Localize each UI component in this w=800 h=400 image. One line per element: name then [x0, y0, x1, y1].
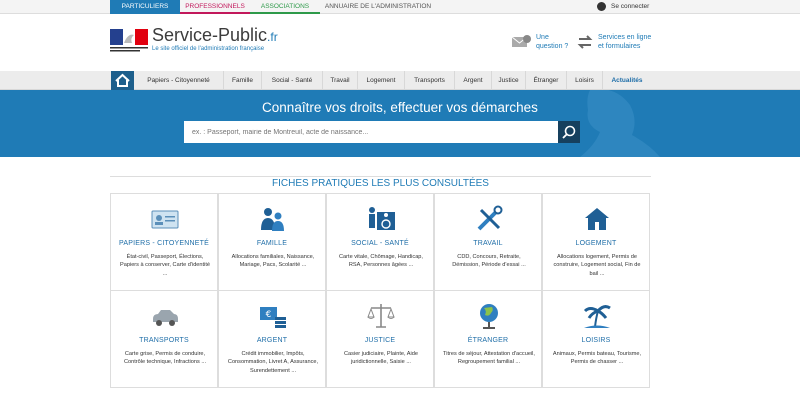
card-description: CDD, Concours, Retraite, Démission, Péri… — [452, 254, 526, 269]
card-loisirs[interactable]: LOISIRS Animaux, Permis bateau, Tourisme… — [542, 290, 650, 388]
search-input[interactable] — [184, 121, 558, 144]
tab-associations[interactable]: ASSOCIATIONS — [250, 0, 320, 14]
user-icon — [597, 2, 606, 11]
family-icon — [261, 208, 284, 231]
question-line1: Une — [536, 34, 549, 41]
nav-label: Argent — [463, 77, 483, 84]
nav-label: Actualités — [611, 77, 643, 84]
tab-associations-label: ASSOCIATIONS — [260, 3, 310, 10]
card-title: TRAVAIL — [473, 240, 503, 247]
online-services-link[interactable]: Services en ligne et formulaires — [598, 33, 651, 51]
nav-item-loisirs[interactable]: Loisirs — [567, 71, 603, 90]
tab-professionnels-label: PROFESSIONNELS — [185, 3, 245, 10]
wheelchair-icon — [369, 207, 395, 230]
nav-item-social[interactable]: Social - Santé — [262, 71, 323, 90]
card-title: LOGEMENT — [575, 240, 617, 247]
card-title: ÉTRANGER — [467, 337, 509, 344]
tab-annuaire-label: ANNUAIRE DE L'ADMINISTRATION — [324, 3, 432, 10]
card-description: Casier judiciaire, Plainte, Aide juridic… — [344, 351, 418, 366]
card-justice[interactable]: JUSTICE Casier judiciaire, Plainte, Aide… — [326, 290, 434, 388]
exchange-arrows-icon[interactable] — [577, 35, 593, 49]
nav-label: Logement — [366, 77, 396, 84]
card-description: Allocations familiales, Naissance, Maria… — [231, 254, 315, 269]
nav-label: Transports — [414, 77, 445, 84]
search-box — [184, 121, 558, 144]
card-description: Allocations logement, Permis de construi… — [553, 254, 641, 277]
money-icon: € — [260, 307, 286, 328]
house-icon — [585, 208, 609, 230]
logo-title-text: Service-Public — [152, 25, 268, 45]
nav-label: Social - Santé — [271, 77, 313, 84]
nav-item-etranger[interactable]: Étranger — [526, 71, 567, 90]
nav-item-travail[interactable]: Travail — [323, 71, 358, 90]
tab-professionnels[interactable]: PROFESSIONNELS — [180, 0, 250, 14]
card-title: TRANSPORTS — [139, 337, 189, 344]
card-logement[interactable]: LOGEMENT Allocations logement, Permis de… — [542, 193, 650, 291]
nav-item-logement[interactable]: Logement — [358, 71, 405, 90]
section-divider — [110, 176, 651, 177]
logo-tld: .fr — [267, 30, 278, 44]
hero-banner: Connaître vos droits, effectuer vos déma… — [0, 90, 800, 157]
envelope-question-icon[interactable] — [512, 35, 532, 50]
card-etranger[interactable]: ÉTRANGER Titres de séjour, Attestation d… — [434, 290, 542, 388]
card-description: Carte vitale, Chômage, Handicap, RSA, Pe… — [339, 254, 423, 269]
card-title: ARGENT — [256, 337, 288, 344]
scales-icon — [367, 304, 395, 328]
home-icon — [115, 73, 130, 87]
nav-item-actualites[interactable]: Actualités — [603, 71, 651, 90]
card-description: État-civil, Passeport, Élections, Papier… — [120, 254, 210, 277]
nav-item-papiers[interactable]: Papiers - Citoyenneté — [134, 71, 224, 90]
nav-item-famille[interactable]: Famille — [224, 71, 262, 90]
card-social[interactable]: SOCIAL - SANTÉ Carte vitale, Chômage, Ha… — [326, 193, 434, 291]
search-button[interactable] — [558, 121, 580, 143]
card-travail[interactable]: TRAVAIL CDD, Concours, Retraite, Démissi… — [434, 193, 542, 291]
marianne-logo-icon[interactable] — [110, 29, 148, 53]
nav-label: Papiers - Citoyenneté — [147, 77, 210, 84]
car-icon — [153, 310, 178, 326]
nav-label: Justice — [498, 77, 519, 84]
nav-item-argent[interactable]: Argent — [455, 71, 492, 90]
connect-label: Se connecter — [611, 3, 650, 11]
question-link[interactable]: Une question ? — [536, 33, 568, 51]
card-description: Titres de séjour, Attestation d'accueil,… — [443, 351, 535, 366]
card-transports[interactable]: TRANSPORTS Carte grise, Permis de condui… — [110, 290, 218, 388]
site-logo-title[interactable]: Service-Public.fr — [152, 25, 278, 46]
card-title: PAPIERS - CITOYENNETÉ — [119, 240, 209, 247]
globe-icon — [480, 304, 498, 329]
card-description: Carte grise, Permis de conduire, Contrôl… — [123, 351, 207, 366]
card-description: Animaux, Permis bateau, Tourisme, Permis… — [552, 351, 642, 366]
id-card-icon — [151, 210, 179, 229]
hero-title: Connaître vos droits, effectuer vos déma… — [262, 100, 538, 115]
nav-label: Loisirs — [575, 77, 594, 84]
home-button[interactable] — [111, 71, 134, 90]
nav-item-justice[interactable]: Justice — [492, 71, 526, 90]
svg-text:€: € — [266, 310, 272, 320]
card-argent[interactable]: € ARGENT Crédit immobilier, Impôts, Cons… — [218, 290, 326, 388]
card-title: JUSTICE — [364, 337, 396, 344]
tab-particuliers-label: PARTICULIERS — [121, 3, 169, 10]
palm-tree-icon — [583, 305, 611, 328]
card-title: SOCIAL - SANTÉ — [351, 240, 409, 247]
nav-label: Travail — [330, 77, 350, 84]
question-line2: question ? — [536, 43, 569, 50]
card-papiers[interactable]: PAPIERS - CITOYENNETÉ État-civil, Passep… — [110, 193, 218, 291]
tools-icon — [477, 205, 503, 231]
card-title: LOISIRS — [581, 337, 611, 344]
services-line2: et formulaires — [598, 43, 641, 50]
nav-item-transports[interactable]: Transports — [405, 71, 455, 90]
services-line1: Services en ligne — [598, 34, 652, 41]
card-description: Crédit immobilier, Impôts, Consommation,… — [227, 351, 319, 374]
tab-annuaire[interactable]: ANNUAIRE DE L'ADMINISTRATION — [322, 0, 434, 14]
connect-link[interactable]: Se connecter — [597, 2, 649, 12]
tab-particuliers[interactable]: PARTICULIERS — [110, 0, 180, 14]
card-famille[interactable]: FAMILLE Allocations familiales, Naissanc… — [218, 193, 326, 291]
top-bar: PARTICULIERS PROFESSIONNELS ASSOCIATIONS… — [0, 0, 800, 14]
nav-label: Famille — [232, 77, 253, 84]
section-title: FICHES PRATIQUES LES PLUS CONSULTÉES — [272, 178, 489, 189]
search-icon — [562, 125, 576, 139]
card-title: FAMILLE — [256, 240, 288, 247]
site-logo-subtitle: Le site officiel de l'administration fra… — [152, 46, 265, 52]
nav-label: Étranger — [533, 77, 559, 84]
